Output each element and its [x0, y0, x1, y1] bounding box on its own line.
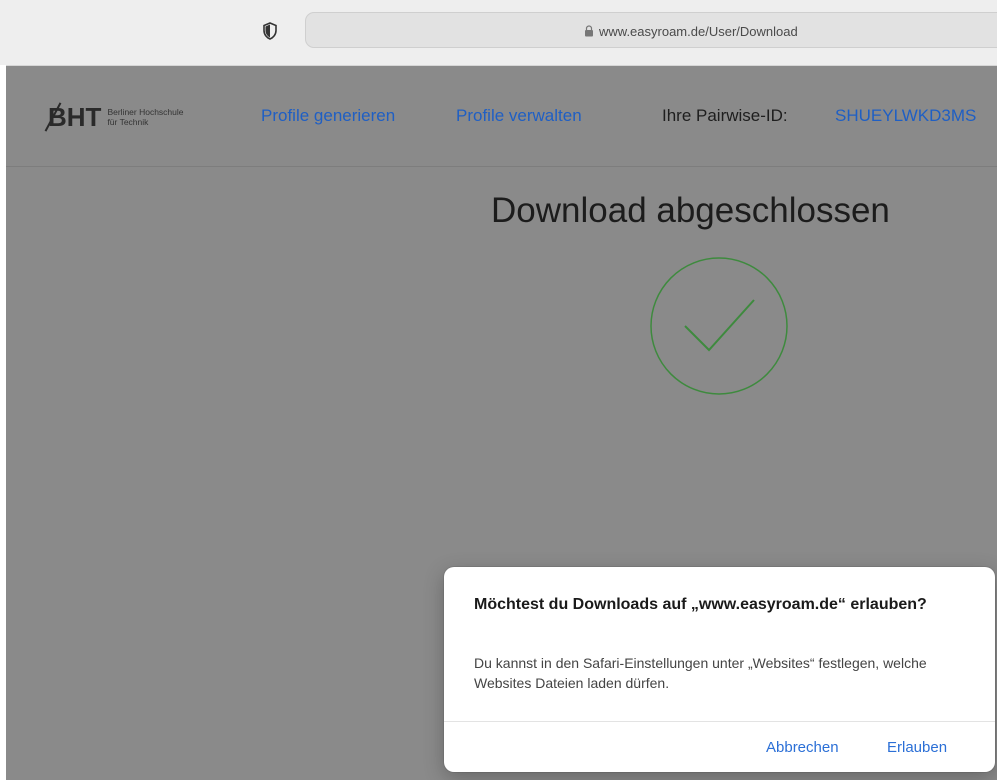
checkmark-circle-icon [650, 257, 788, 395]
dialog-divider [444, 721, 995, 722]
logo-mark: BHT [44, 102, 101, 132]
logo-line-1: Berliner Hochschule [107, 107, 184, 117]
browser-toolbar: www.easyroam.de/User/Download [0, 0, 997, 66]
logo-subtitle: Berliner Hochschule für Technik [107, 107, 183, 127]
url-text: www.easyroam.de/User/Download [599, 23, 798, 39]
nav-profile-generate[interactable]: Profile generieren [261, 106, 395, 126]
url-display: www.easyroam.de/User/Download [584, 22, 798, 40]
page-title: Download abgeschlossen [491, 191, 890, 230]
pairwise-id-value: SHUEYLWKD3MS [835, 106, 977, 125]
allow-button[interactable]: Erlauben [887, 739, 947, 756]
pairwise-id-label: Ihre Pairwise-ID: [662, 106, 788, 125]
nav-profile-manage[interactable]: Profile verwalten [456, 106, 582, 126]
dialog-title: Möchtest du Downloads auf „www.easyroam.… [474, 596, 927, 613]
dialog-message: Du kannst in den Safari-Einstellungen un… [474, 655, 927, 691]
address-bar[interactable]: www.easyroam.de/User/Download [305, 12, 997, 48]
logo-line-2: für Technik [107, 117, 149, 127]
lock-icon [585, 25, 593, 37]
privacy-shield-icon[interactable] [262, 22, 278, 40]
download-permission-dialog: Möchtest du Downloads auf „www.easyroam.… [444, 567, 995, 772]
bht-logo[interactable]: BHT Berliner Hochschule für Technik [44, 102, 184, 132]
window-edge [0, 65, 6, 780]
cancel-button[interactable]: Abbrechen [766, 739, 839, 756]
